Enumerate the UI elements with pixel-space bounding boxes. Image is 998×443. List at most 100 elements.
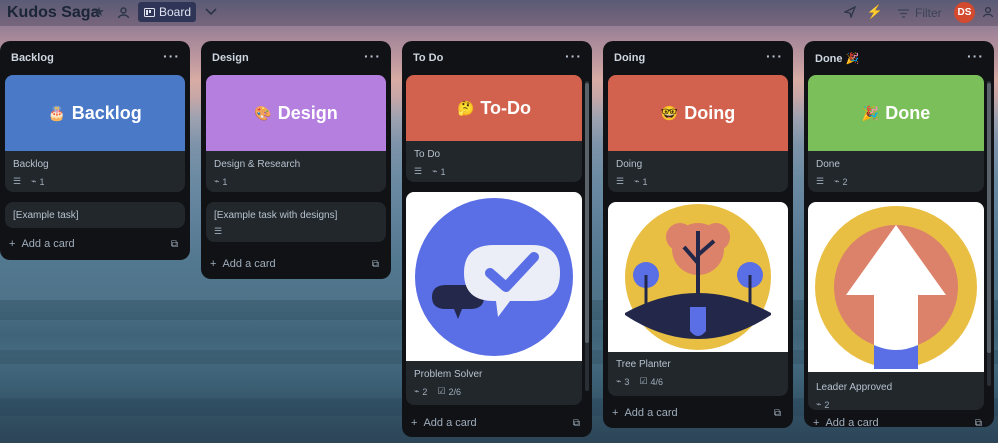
list-menu-icon[interactable]: ··· [163,48,180,64]
card-badges: ⌁ 2 [808,399,984,410]
visibility-icon[interactable] [115,4,131,20]
card[interactable]: [Example task] [5,202,185,228]
checklist-icon: ☑ [437,386,446,396]
paperclip-icon: ⌁ [616,376,622,386]
attachment-badge: ⌁ 1 [432,166,446,177]
card[interactable]: 🎉 Done Done ☰ ⌁ 2 [808,75,984,192]
card[interactable]: [Example task with designs] ☰ [206,202,386,242]
plus-icon: + [813,417,820,429]
cover-text: Design [277,102,338,123]
description-icon: ☰ [13,176,22,186]
card[interactable]: 🎨 Design Design & Research ⌁ 1 [206,75,386,192]
card[interactable]: Problem Solver ⌁ 2 ☑ 2/6 [406,192,582,405]
description-icon: ☰ [616,176,625,186]
plus-icon: + [210,258,217,270]
card-title: Leader Approved [816,382,893,393]
paperclip-icon: ⌁ [816,399,822,409]
cover-emoji: 🎨 [254,104,272,121]
attachment-badge: ⌁ 1 [31,176,45,187]
card-badges: ⌁ 2 ☑ 2/6 [406,386,582,397]
share-members-icon[interactable] [980,4,996,20]
paperclip-icon: ⌁ [834,176,840,186]
card-badges: ☰ ⌁ 1 [406,166,582,177]
list-title[interactable]: Backlog [11,52,54,64]
card-title: Backlog [13,159,49,170]
list-backlog: Backlog ··· 🎂 Backlog Backlog ☰ ⌁ 1 [Exam… [0,41,190,260]
checklist-icon: ☑ [639,376,648,386]
card-cover: 🎂 Backlog [5,75,185,151]
list-header: Done 🎉 ··· [804,41,994,75]
filter-button[interactable]: Filter [898,6,942,20]
add-card-button[interactable]: + Add a card [9,238,75,250]
paperclip-icon: ⌁ [31,176,37,186]
card-badges: ☰ ⌁ 1 [5,176,185,187]
avatar[interactable]: DS [954,2,975,23]
cover-emoji: 🤓 [660,104,679,121]
list-title[interactable]: Done 🎉 [815,52,859,65]
star-icon[interactable]: ★ [91,4,107,20]
list-menu-icon[interactable]: ··· [364,48,381,64]
card-title: Doing [616,159,643,170]
board-header: Kudos Saga ★ Board ⚡ Filter DS [0,0,998,26]
card-template-icon[interactable]: ⧉ [372,259,379,270]
automation-icon[interactable]: ⚡ [867,4,883,20]
cover-emoji: 🤔 [456,99,475,116]
card[interactable]: 🎂 Backlog Backlog ☰ ⌁ 1 [5,75,185,192]
list-title[interactable]: Design [212,52,249,64]
list-title[interactable]: Doing [614,52,645,64]
list-scrollbar-thumb[interactable] [585,83,589,343]
list-menu-icon[interactable]: ··· [766,48,783,64]
card-badges: ⌁ 3 ☑ 4/6 [608,376,788,387]
card-badges: ☰ ⌁ 2 [808,176,984,187]
add-card-button[interactable]: + Add a card [612,407,678,419]
board-title[interactable]: Kudos Saga [7,4,99,22]
tree-planter-badge-icon [625,204,771,350]
add-card-button[interactable]: + Add a card [210,258,276,270]
list-scrollbar-thumb[interactable] [987,83,991,353]
list-done: Done 🎉 ··· 🎉 Done Done ☰ ⌁ 2 Leader Appro… [804,41,994,429]
board-view-button[interactable]: Board [138,2,196,22]
cover-emoji: 🎂 [48,104,66,121]
plus-icon: + [9,238,16,250]
card[interactable]: 🤔 To-Do To Do ☰ ⌁ 1 [406,75,582,182]
list-menu-icon[interactable]: ··· [967,48,984,64]
attachment-badge: ⌁ 2 [414,386,428,397]
card[interactable]: Tree Planter ⌁ 3 ☑ 4/6 [608,202,788,396]
power-ups-icon[interactable] [842,4,858,20]
card-cover: 🤓 Doing [608,75,788,151]
card-template-icon[interactable]: ⧉ [774,408,781,419]
problem-solver-badge-icon [415,197,573,356]
card-title: Design & Research [214,159,301,170]
filter-label: Filter [915,6,942,20]
add-card-label: Add a card [423,417,477,429]
checklist-badge: ☑ 2/6 [437,386,462,397]
card-badges: ☰ [206,226,386,237]
chevron-down-icon[interactable] [203,4,219,20]
attachment-badge: ⌁ 3 [616,376,630,387]
card-template-icon[interactable]: ⧉ [975,418,982,429]
board-view-label: Board [159,5,192,19]
card-cover: 🎨 Design [206,75,386,151]
list-to-do: To Do ··· 🤔 To-Do To Do ☰ ⌁ 1 Problem Sol… [402,41,592,437]
card-title: Problem Solver [414,369,483,380]
card-cover-image [406,192,582,361]
card-template-icon[interactable]: ⧉ [573,418,580,429]
card-title: [Example task] [13,210,79,221]
card[interactable]: Leader Approved ⌁ 2 [808,202,984,410]
list-menu-icon[interactable]: ··· [565,48,582,64]
list-design: Design ··· 🎨 Design Design & Research ⌁ 1… [201,41,391,279]
card-template-icon[interactable]: ⧉ [171,239,178,250]
list-header: Doing ··· [603,41,793,75]
card-title: [Example task with designs] [214,210,338,221]
card-title: To Do [414,149,441,160]
add-card-button[interactable]: + Add a card [813,417,879,429]
list-doing: Doing ··· 🤓 Doing Doing ☰ ⌁ 1 Tree Plant… [603,41,793,428]
description-icon: ☰ [214,226,223,236]
card[interactable]: 🤓 Doing Doing ☰ ⌁ 1 [608,75,788,192]
add-card-button[interactable]: + Add a card [411,417,477,429]
add-card-label: Add a card [825,417,879,429]
list-title[interactable]: To Do [413,52,443,64]
description-icon: ☰ [414,166,423,176]
card-cover: 🤔 To-Do [406,75,582,141]
cover-emoji: 🎉 [861,104,880,121]
